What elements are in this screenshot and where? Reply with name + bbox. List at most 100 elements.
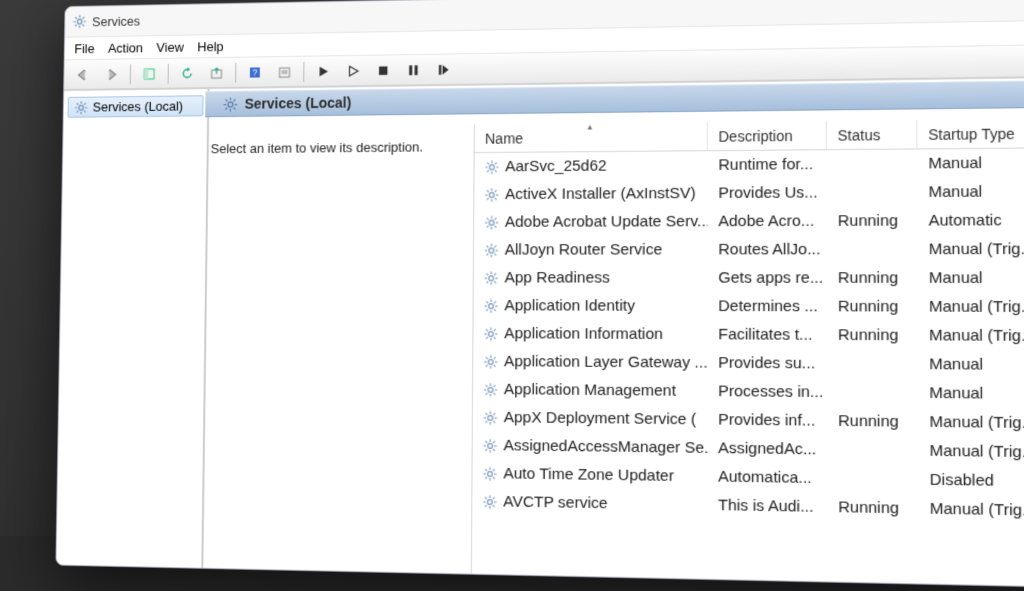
service-name: Application Information <box>504 325 663 343</box>
start-service-button[interactable] <box>310 59 336 84</box>
service-status <box>827 164 918 165</box>
service-description: AssignedAc... <box>708 439 828 459</box>
service-name: AssignedAccessManager Se... <box>504 437 708 457</box>
service-name: AVCTP service <box>503 493 607 513</box>
restart-service-button[interactable] <box>430 57 457 82</box>
service-description: Provides Us... <box>708 184 827 202</box>
service-row[interactable]: Application Identity Determines ...Runnin… <box>474 292 1024 323</box>
service-status <box>827 450 918 451</box>
service-description: Automatica... <box>707 468 827 488</box>
service-status: Running <box>827 298 918 316</box>
service-row[interactable]: Adobe Acrobat Update Serv...Adobe Acro..… <box>474 205 1024 236</box>
service-name: Adobe Acrobat Update Serv... <box>505 213 708 231</box>
properties-button[interactable] <box>272 59 298 83</box>
menu-help[interactable]: Help <box>197 38 223 53</box>
service-startup: Manual <box>917 154 1024 173</box>
show-hide-tree-button[interactable] <box>136 61 162 85</box>
menu-file[interactable]: File <box>74 41 94 56</box>
service-status <box>827 478 918 479</box>
column-header-name[interactable]: Name ▴ <box>475 122 708 152</box>
service-startup: Disabled <box>919 471 1024 491</box>
service-name: AppX Deployment Service ( <box>504 409 696 429</box>
service-row[interactable]: Application Information Facilitates t...R… <box>473 320 1024 352</box>
toolbar-separator <box>130 64 131 84</box>
service-row[interactable]: AllJoyn Router Service Routes AllJo... Man… <box>474 234 1024 263</box>
refresh-button[interactable] <box>174 61 200 85</box>
service-row[interactable]: App ReadinessGets apps re...RunningManua… <box>474 264 1024 293</box>
column-header-status[interactable]: Status <box>827 120 918 149</box>
gear-icon <box>74 100 88 114</box>
gear-icon <box>483 438 497 453</box>
window-title: Services <box>92 13 140 29</box>
description-placeholder: Select an item to view its description. <box>211 139 424 156</box>
service-startup: Manual (Trig... <box>918 298 1024 317</box>
gear-icon <box>484 326 498 341</box>
service-name: Application Layer Gateway ... <box>504 353 708 372</box>
service-name: Application Identity <box>504 297 635 315</box>
help-button[interactable]: ? <box>242 60 268 84</box>
service-name: App Readiness <box>505 269 610 287</box>
service-description: Processes in... <box>708 382 828 401</box>
gear-icon <box>485 187 499 201</box>
service-startup: Manual (Trig... <box>919 442 1024 462</box>
service-startup: Manual (Trig... <box>918 240 1024 258</box>
service-description: Facilitates t... <box>708 326 828 344</box>
export-list-button[interactable] <box>204 60 230 84</box>
service-status: Running <box>827 498 918 518</box>
toolbar-separator <box>168 63 169 83</box>
service-description: Runtime for... <box>708 155 827 174</box>
service-name: Application Management <box>504 381 676 400</box>
tree-pane: Services (Local) <box>56 89 209 568</box>
gear-icon <box>484 215 498 229</box>
service-description: Routes AllJo... <box>708 241 827 259</box>
service-name: AllJoyn Router Service <box>505 241 663 259</box>
gear-icon <box>223 97 237 111</box>
gear-icon <box>483 354 497 369</box>
tree-root-item[interactable]: Services (Local) <box>68 95 204 118</box>
service-status <box>827 392 918 393</box>
service-startup: Manual <box>918 269 1024 287</box>
gear-icon <box>484 271 498 285</box>
service-description: Determines ... <box>708 297 827 315</box>
service-startup: Manual <box>918 355 1024 374</box>
pause-service-button[interactable] <box>400 57 426 82</box>
service-row[interactable]: AarSvc_25d62 Runtime for... Manual <box>474 147 1024 181</box>
gear-icon <box>484 243 498 257</box>
detail-header-text: Services (Local) <box>245 94 352 111</box>
detail-pane: Services (Local) Select an item to view … <box>203 76 1024 590</box>
toolbar-separator <box>303 61 304 81</box>
service-description: Adobe Acro... <box>708 212 827 230</box>
service-name: AarSvc_25d62 <box>505 157 607 175</box>
services-list: Name ▴ Description Status Startup Type L… <box>471 117 1024 590</box>
column-header-startup[interactable]: Startup Type <box>917 118 1024 148</box>
menu-view[interactable]: View <box>156 39 183 54</box>
service-row[interactable]: ActiveX Installer (AxInstSV) Provides Us.… <box>474 176 1024 208</box>
service-status: Running <box>827 326 918 344</box>
gear-icon <box>483 382 497 397</box>
service-startup: Manual (Trig... <box>919 500 1024 521</box>
gear-icon <box>485 160 499 174</box>
description-column: Select an item to view its description. <box>203 124 474 573</box>
gear-icon <box>483 494 498 509</box>
start-service-alt-button[interactable] <box>340 58 366 83</box>
tree-root-label: Services (Local) <box>93 98 184 114</box>
service-startup: Automatic <box>918 211 1024 230</box>
forward-button[interactable] <box>99 62 124 86</box>
gear-icon <box>483 466 498 481</box>
back-button[interactable] <box>70 62 95 86</box>
gear-icon <box>484 298 498 312</box>
service-name: Auto Time Zone Updater <box>503 465 674 485</box>
service-startup: Manual (Trig... <box>918 413 1024 433</box>
service-status: Running <box>827 412 918 431</box>
service-description: Provides inf... <box>708 411 828 430</box>
stop-service-button[interactable] <box>370 58 396 83</box>
menu-action[interactable]: Action <box>108 40 143 55</box>
svg-text:?: ? <box>252 67 257 77</box>
service-name: ActiveX Installer (AxInstSV) <box>505 185 696 204</box>
service-status: Running <box>827 212 918 230</box>
service-status: Running <box>827 269 918 287</box>
sort-ascending-icon: ▴ <box>588 121 593 132</box>
column-header-description[interactable]: Description <box>708 121 827 150</box>
service-description: Provides su... <box>708 354 828 373</box>
body-area: Services (Local) Services (Local) Select… <box>56 75 1024 590</box>
